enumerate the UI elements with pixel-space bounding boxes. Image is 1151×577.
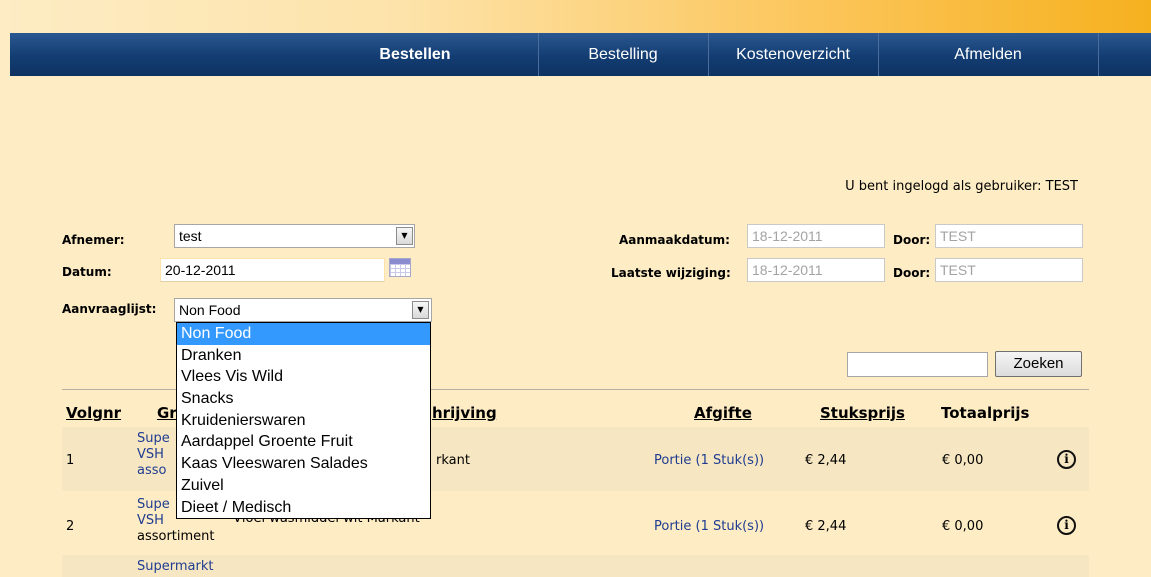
search-input[interactable] xyxy=(847,352,988,377)
row-groep-line1: Supermarkt xyxy=(137,559,214,574)
top-banner xyxy=(0,0,1151,33)
dropdown-option-zuivel[interactable]: Zuivel xyxy=(177,475,430,497)
dropdown-option-dieet-medisch[interactable]: Dieet / Medisch xyxy=(177,497,430,519)
row-afgifte[interactable]: Portie (1 Stuk(s)) xyxy=(654,519,764,534)
row-groep-line3: asso xyxy=(137,463,167,478)
dropdown-option-dranken[interactable]: Dranken xyxy=(177,345,430,367)
col-omschrijving[interactable]: hrijving xyxy=(432,404,497,422)
door-field-2: TEST xyxy=(935,258,1083,282)
row-groep-line1: Supe xyxy=(137,431,170,446)
door-label: Door: xyxy=(893,233,931,247)
aanmaakdatum-field: 18-12-2011 xyxy=(747,224,885,248)
nav-divider xyxy=(1098,33,1099,76)
row-totaalprijs: € 0,00 xyxy=(942,519,984,534)
info-icon[interactable]: i xyxy=(1057,450,1076,469)
main-nav: Bestellen Bestelling Kostenoverzicht Afm… xyxy=(10,33,1151,76)
chevron-down-icon[interactable]: ▼ xyxy=(412,301,429,319)
col-stuksprijs[interactable]: Stuksprijs xyxy=(820,404,905,422)
row-stuksprijs: € 2,44 xyxy=(805,519,847,534)
dropdown-option-non-food[interactable]: Non Food xyxy=(177,323,430,345)
nav-afmelden[interactable]: Afmelden xyxy=(878,33,1098,76)
calendar-icon[interactable] xyxy=(389,258,411,277)
row-volgnr: 2 xyxy=(66,519,75,534)
row-totaalprijs: € 0,00 xyxy=(942,453,984,468)
info-icon[interactable]: i xyxy=(1057,516,1076,535)
col-volgnr[interactable]: Volgnr xyxy=(66,404,121,422)
afnemer-select[interactable]: test xyxy=(174,224,415,248)
row-afgifte[interactable]: Portie (1 Stuk(s)) xyxy=(654,453,764,468)
datum-value: 20-12-2011 xyxy=(165,262,236,278)
aanvraaglijst-dropdown-list: Non Food Dranken Vlees Vis Wild Snacks K… xyxy=(176,322,431,519)
aanvraaglijst-select[interactable]: Non Food xyxy=(174,298,432,322)
dropdown-option-snacks[interactable]: Snacks xyxy=(177,388,430,410)
row-groep-line2: VSH xyxy=(137,513,164,528)
datum-input[interactable]: 20-12-2011 xyxy=(160,258,385,282)
laatste-wijziging-label: Laatste wijziging: xyxy=(611,266,731,280)
col-totaalprijs: Totaalprijs xyxy=(941,404,1030,422)
door-field-1: TEST xyxy=(935,224,1083,248)
col-groep[interactable]: Gr xyxy=(157,404,177,422)
aanmaakdatum-label: Aanmaakdatum: xyxy=(619,233,730,247)
row-groep-line1: Supe xyxy=(137,497,170,512)
nav-bestellen[interactable]: Bestellen xyxy=(340,33,490,76)
dropdown-option-vlees-vis-wild[interactable]: Vlees Vis Wild xyxy=(177,366,430,388)
row-groep-line2: VSH xyxy=(137,447,164,462)
afnemer-value: test xyxy=(179,228,202,244)
table-row: Supermarkt xyxy=(62,555,1089,577)
aanvraaglijst-value: Non Food xyxy=(179,302,241,318)
row-groep-line3: assortiment xyxy=(137,529,215,544)
nav-kostenoverzicht[interactable]: Kostenoverzicht xyxy=(708,33,878,76)
laatste-wijziging-field: 18-12-2011 xyxy=(747,258,885,282)
logged-in-text: U bent ingelogd als gebruiker: TEST xyxy=(845,179,1078,194)
dropdown-option-kaas-vleeswaren-salades[interactable]: Kaas Vleeswaren Salades xyxy=(177,453,430,475)
col-afgifte[interactable]: Afgifte xyxy=(694,404,752,422)
dropdown-option-aardappel-groente-fruit[interactable]: Aardappel Groente Fruit xyxy=(177,431,430,453)
afnemer-label: Afnemer: xyxy=(62,233,125,247)
nav-bestelling[interactable]: Bestelling xyxy=(538,33,708,76)
chevron-down-icon[interactable]: ▼ xyxy=(396,227,413,245)
row-volgnr: 1 xyxy=(66,453,75,468)
dropdown-option-kruidenierswaren[interactable]: Kruidenierswaren xyxy=(177,410,430,432)
aanvraaglijst-label: Aanvraaglijst: xyxy=(62,302,157,316)
row-stuksprijs: € 2,44 xyxy=(805,453,847,468)
search-button[interactable]: Zoeken xyxy=(995,351,1082,377)
row-omschrijving: rkant xyxy=(436,453,470,468)
datum-label: Datum: xyxy=(62,265,112,279)
door-label: Door: xyxy=(893,266,931,280)
